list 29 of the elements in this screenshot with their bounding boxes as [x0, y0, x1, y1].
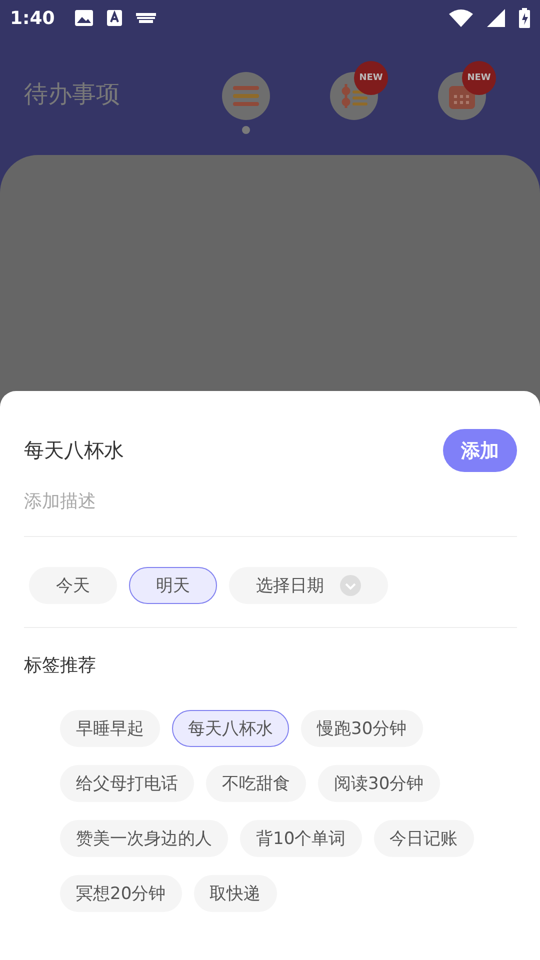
keyboard-icon [136, 13, 156, 23]
timeline-list-icon [340, 82, 368, 110]
app-title: 待办事项 [24, 78, 121, 110]
wifi-icon [449, 9, 473, 27]
date-picker-button[interactable]: 选择日期 [229, 567, 388, 604]
tag-chip[interactable]: 取快递 [194, 875, 277, 912]
new-badge: NEW [464, 62, 494, 92]
chevron-down-icon [340, 575, 361, 596]
tag-chip[interactable]: 每天八杯水 [172, 710, 289, 747]
new-badge: NEW [356, 62, 386, 92]
tag-chip[interactable]: 阅读30分钟 [318, 765, 440, 802]
tag-chip[interactable]: 冥想20分钟 [60, 875, 182, 912]
keyboard-letter-icon [106, 10, 122, 26]
tag-chip[interactable]: 给父母打电话 [60, 765, 194, 802]
battery-icon [519, 8, 530, 28]
section-title: 标签推荐 [24, 654, 97, 677]
task-title-field[interactable]: 每天八杯水 [24, 438, 324, 462]
date-chip[interactable]: 今天 [29, 567, 117, 604]
date-chip[interactable]: 明天 [129, 567, 217, 604]
image-icon [74, 10, 93, 26]
tag-chip[interactable]: 背10个单词 [240, 820, 362, 857]
tag-chip[interactable]: 赞美一次身边的人 [60, 820, 228, 857]
list-icon [233, 84, 259, 106]
tag-chip[interactable]: 不吃甜食 [206, 765, 306, 802]
status-time: 1:40 [10, 8, 55, 28]
tag-chip[interactable]: 慢跑30分钟 [301, 710, 423, 747]
tag-chip[interactable]: 早睡早起 [60, 710, 160, 747]
signal-icon [487, 9, 505, 27]
tag-chip[interactable]: 今日记账 [374, 820, 474, 857]
